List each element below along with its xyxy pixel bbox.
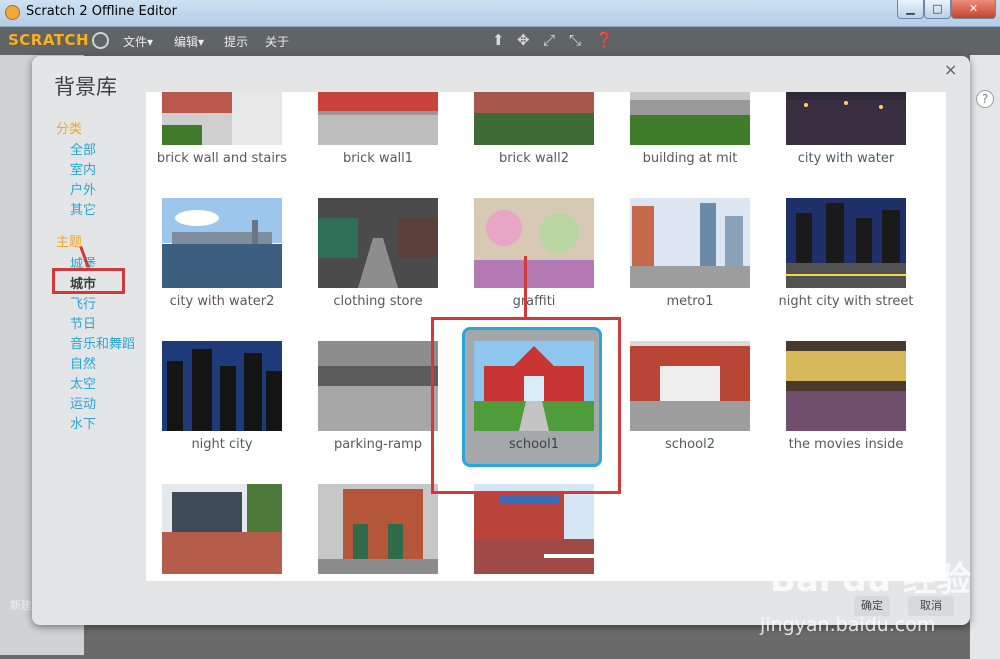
backdrop-name: school2 (665, 437, 715, 452)
backdrop-tile[interactable]: city with water (778, 92, 928, 189)
backdrop-name: building at mit (642, 151, 738, 166)
backdrop-name: city with water (797, 151, 895, 166)
theme-space[interactable]: 太空 (70, 373, 96, 392)
backdrop-name: brick wall2 (498, 151, 570, 166)
backdrop-thumbnail (786, 341, 906, 431)
backdrop-tile[interactable]: school2 (622, 341, 772, 475)
category-outdoors[interactable]: 户外 (70, 179, 96, 198)
shrink-icon[interactable]: ⤡ (569, 31, 581, 49)
backdrop-name: the movies inside (788, 437, 904, 452)
new-backdrop-label: 新建 (10, 599, 32, 612)
help-icon[interactable]: ❓ (595, 31, 614, 49)
close-window-button[interactable]: ✕ (951, 0, 996, 19)
help-icon[interactable]: ? (976, 90, 994, 108)
category-heading: 分类 (56, 122, 83, 137)
backdrop-thumbnail (162, 92, 282, 145)
backdrop-thumbnail (630, 92, 750, 145)
scripts-area-edge (970, 55, 1000, 659)
backdrop-tile[interactable]: brick wall and stairs (154, 92, 304, 189)
minimize-button[interactable]: ▁ (897, 0, 924, 19)
window-title: Scratch 2 Offline Editor (26, 4, 177, 19)
scratch-logo[interactable]: SCRATCH (8, 31, 89, 49)
theme-nature[interactable]: 自然 (70, 353, 96, 372)
backdrop-name: metro1 (666, 294, 714, 309)
backdrop-tile[interactable]: the movies inside (778, 341, 928, 475)
backdrop-thumbnail (162, 484, 282, 574)
backdrop-name: night city (191, 437, 253, 452)
theme-music-dance[interactable]: 音乐和舞蹈 (70, 333, 135, 352)
backdrop-tile[interactable]: clothing store (310, 198, 460, 332)
backdrop-thumbnail (162, 198, 282, 288)
backdrop-name: brick wall and stairs (156, 151, 288, 166)
theme-underwater[interactable]: 水下 (70, 413, 96, 432)
backdrop-tile[interactable] (310, 484, 460, 581)
category-indoors[interactable]: 室内 (70, 159, 96, 178)
backdrop-tile[interactable]: night city with street (778, 198, 928, 332)
backdrop-thumbnail (162, 341, 282, 431)
category-other[interactable]: 其它 (70, 199, 96, 218)
selection-highlight-box (431, 317, 621, 494)
menu-edit[interactable]: 编辑▾ (174, 33, 204, 50)
backdrop-tile[interactable] (466, 484, 616, 581)
backdrop-thumbnail (630, 341, 750, 431)
backdrop-name: night city with street (778, 294, 914, 309)
theme-sports[interactable]: 运动 (70, 393, 96, 412)
close-icon[interactable]: × (944, 60, 957, 79)
backdrop-thumbnail (318, 341, 438, 431)
backdrop-name: graffiti (512, 294, 556, 309)
backdrop-name: city with water2 (169, 294, 275, 309)
backdrop-tile[interactable]: brick wall2 (466, 92, 616, 189)
theme-holiday[interactable]: 节日 (70, 313, 96, 332)
backdrop-thumbnail (474, 484, 594, 574)
backdrop-tile[interactable] (154, 484, 304, 581)
backdrop-library-dialog: 背景库 × 分类 全部 室内 户外 其它 主题 城堡 城市 飞行 节日 音乐和舞… (32, 56, 970, 625)
backdrop-thumbnail (318, 198, 438, 288)
language-globe-icon[interactable] (92, 32, 109, 49)
stamp-icon[interactable]: ⬆ (492, 31, 505, 49)
backdrop-thumbnail (786, 92, 906, 145)
backdrop-thumbnail (318, 92, 438, 145)
backdrop-thumbnail (630, 198, 750, 288)
dialog-title: 背景库 (54, 75, 117, 99)
scratch-cat-icon (5, 5, 20, 20)
backdrop-tile[interactable]: city with water2 (154, 198, 304, 332)
backdrop-thumbnail (474, 198, 594, 288)
menu-tips[interactable]: 提示 (224, 33, 248, 50)
maximize-button[interactable]: □ (924, 0, 951, 19)
scratch-menubar: SCRATCH 文件▾ 编辑▾ 提示 关于 ⬆ ✥ ⤢ ⤡ ❓ (0, 27, 1000, 55)
menu-about[interactable]: 关于 (265, 33, 289, 50)
backdrop-tile[interactable]: brick wall1 (310, 92, 460, 189)
backdrop-thumbnail (318, 484, 438, 574)
theme-heading: 主题 (56, 235, 83, 250)
backdrop-tile[interactable]: building at mit (622, 92, 772, 189)
annotation-arrow (524, 256, 527, 317)
theme-highlight-box (52, 268, 125, 294)
backdrop-name: brick wall1 (342, 151, 414, 166)
baidu-watermark: Bai du 经验 (770, 560, 971, 600)
theme-flying[interactable]: 飞行 (70, 293, 96, 312)
backdrop-tile[interactable]: graffiti (466, 198, 616, 332)
backdrop-thumbnail (474, 92, 594, 145)
move-icon[interactable]: ✥ (517, 31, 530, 49)
baidu-watermark-url: jingyan.baidu.com (760, 614, 936, 636)
category-all[interactable]: 全部 (70, 139, 96, 158)
backdrop-thumbnail (786, 198, 906, 288)
grow-icon[interactable]: ⤢ (543, 31, 555, 49)
backdrop-tile[interactable]: night city (154, 341, 304, 475)
backdrop-name: clothing store (333, 294, 423, 309)
window-titlebar: Scratch 2 Offline Editor ▁ □ ✕ (0, 0, 1000, 27)
backdrop-tile[interactable]: metro1 (622, 198, 772, 332)
menu-file[interactable]: 文件▾ (123, 33, 153, 50)
